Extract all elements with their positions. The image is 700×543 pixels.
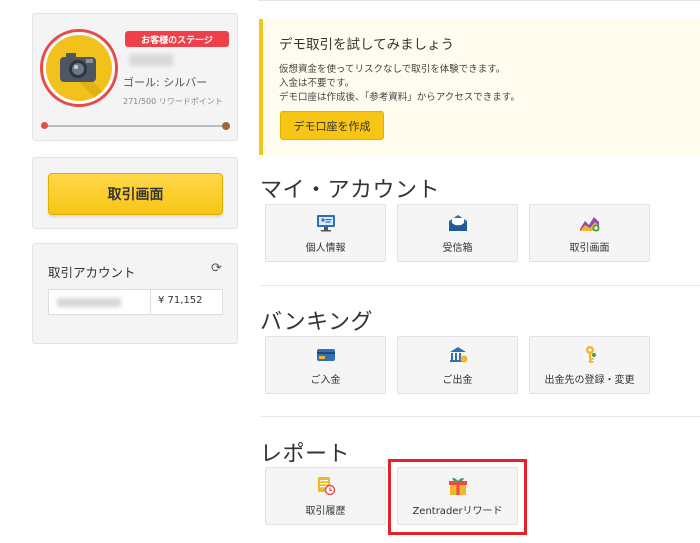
tile-label: ご出金 — [442, 375, 473, 386]
avatar — [40, 29, 118, 107]
tile-trade-history[interactable]: 取引履歴 — [265, 467, 386, 525]
trading-account-card: 取引アカウント ⟳ ¥ 71,152 — [32, 243, 238, 344]
account-balance: ¥ 71,152 — [158, 295, 203, 306]
demo-trade-banner: デモ取引を試してみましょう 仮想資金を使ってリスクなしで取引を体験できます。 入… — [259, 19, 700, 155]
progress-end-dot — [222, 122, 230, 130]
tile-withdraw[interactable]: ご出金 — [397, 336, 518, 394]
demo-description: 仮想資金を使ってリスクなしで取引を体験できます。 入金は不要です。 デモ口座は作… — [279, 63, 520, 105]
profile-card: お客様のステージ ゴール: シルバー 271/500 リワードポイント — [32, 13, 238, 141]
user-name-blurred — [129, 54, 173, 66]
create-demo-account-button[interactable]: デモ口座を作成 — [280, 111, 384, 140]
trading-chart-icon — [579, 212, 601, 234]
section-divider — [260, 416, 700, 417]
stage-badge: お客様のステージ — [125, 31, 229, 47]
withdraw-bank-icon — [447, 344, 469, 366]
camera-icon — [46, 35, 112, 101]
trade-card: 取引画面 — [32, 157, 238, 229]
refresh-icon[interactable]: ⟳ — [211, 261, 222, 276]
tile-inbox[interactable]: 受信箱 — [397, 204, 518, 262]
tile-label: 受信箱 — [442, 243, 473, 254]
inbox-icon — [447, 212, 469, 234]
tile-deposit[interactable]: ご入金 — [265, 336, 386, 394]
deposit-card-icon — [315, 344, 337, 366]
demo-desc-line: 入金は不要です。 — [279, 78, 355, 89]
dashboard-page: お客様のステージ ゴール: シルバー 271/500 リワードポイント 取引画面… — [0, 0, 700, 543]
section-divider — [260, 285, 700, 286]
divider — [150, 290, 151, 314]
tile-label: 個人情報 — [305, 243, 346, 254]
section-title-banking: バンキング — [260, 310, 373, 335]
section-title-my-account: マイ・アカウント — [260, 178, 441, 203]
goal-label: ゴール: シルバー — [123, 76, 208, 89]
account-id-blurred — [57, 298, 121, 307]
reward-points: 271/500 リワードポイント — [123, 97, 223, 106]
history-icon — [315, 475, 337, 497]
personal-info-icon — [315, 212, 337, 234]
tile-label: ご入金 — [310, 375, 341, 386]
demo-title: デモ取引を試してみましょう — [279, 37, 455, 53]
section-title-report: レポート — [260, 442, 351, 467]
tile-personal-info[interactable]: 個人情報 — [265, 204, 386, 262]
highlight-box — [388, 459, 527, 535]
top-divider — [258, 0, 700, 1]
progress-start-dot — [41, 122, 48, 129]
tile-label: 取引画面 — [569, 243, 610, 254]
tile-withdrawal-destination[interactable]: 出金先の登録・変更 — [529, 336, 650, 394]
tile-label: 取引履歴 — [305, 506, 346, 517]
demo-desc-line: 仮想資金を使ってリスクなしで取引を体験できます。 — [279, 64, 506, 75]
trading-account-title: 取引アカウント — [48, 265, 136, 280]
demo-desc-line: デモ口座は作成後、「参考資料」からアクセスできます。 — [279, 92, 520, 103]
key-icon — [579, 344, 601, 366]
stage-progress-bar — [44, 125, 226, 127]
trading-screen-button[interactable]: 取引画面 — [48, 173, 223, 215]
tile-trading-screen[interactable]: 取引画面 — [529, 204, 650, 262]
tile-label: 出金先の登録・変更 — [544, 375, 635, 386]
account-row[interactable]: ¥ 71,152 — [48, 289, 223, 315]
